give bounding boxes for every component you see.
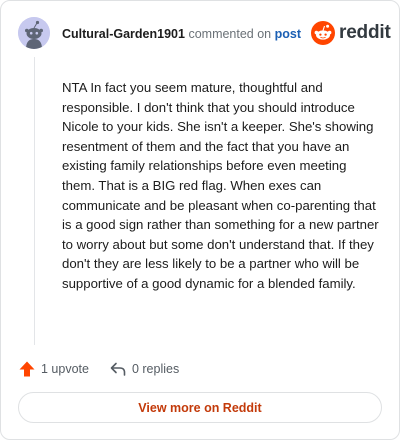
thread-line: [34, 57, 35, 345]
comment-header: Cultural-Garden1901 commented on post: [62, 26, 301, 42]
snoo-avatar-icon: [18, 17, 50, 49]
reddit-logo[interactable]: reddit: [311, 21, 391, 45]
comment-body: NTA In fact you seem mature, thoughtful …: [62, 80, 379, 291]
upvote-action[interactable]: 1 upvote: [18, 360, 89, 378]
upvote-count: 1 upvote: [41, 362, 89, 376]
commented-on-text: commented on: [188, 27, 272, 41]
reply-arrow-icon: [110, 362, 126, 376]
user-avatar[interactable]: [18, 17, 50, 49]
upvote-arrow-icon: [19, 361, 35, 377]
reddit-wordmark: reddit: [339, 22, 391, 43]
author-name[interactable]: Cultural-Garden1901: [62, 27, 185, 41]
post-link[interactable]: post: [275, 27, 301, 41]
reddit-comment-card: Cultural-Garden1901 commented on post re…: [0, 0, 400, 440]
view-more-on-reddit-button[interactable]: View more on Reddit: [18, 392, 382, 423]
comment-actions: 1 upvote 0 replies: [18, 360, 179, 378]
reddit-snoo-icon: [311, 21, 335, 45]
reply-action[interactable]: 0 replies: [109, 360, 179, 378]
reply-count: 0 replies: [131, 362, 180, 376]
